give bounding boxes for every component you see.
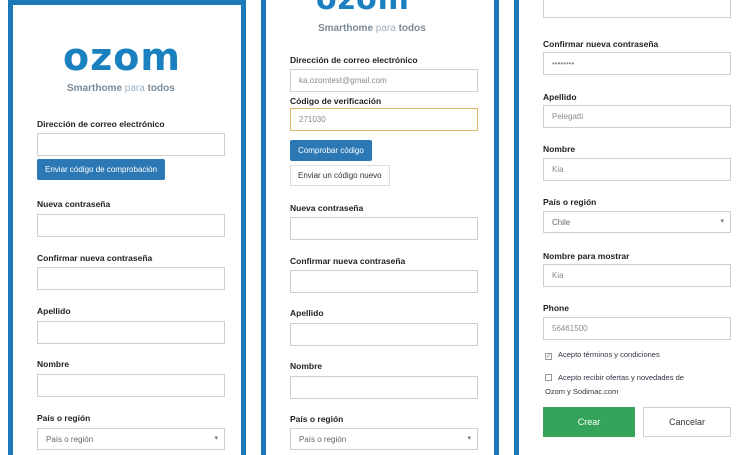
new-password-label: Nueva contraseña: [37, 199, 111, 209]
name-input[interactable]: [37, 374, 225, 397]
terms-label: Acepto términos y condiciones: [558, 350, 660, 359]
chevron-down-icon: ▾: [720, 218, 724, 225]
confirm-password-label: Confirmar nueva contraseña: [290, 256, 406, 266]
country-select-value: País o región: [46, 435, 94, 444]
phone-label: Phone: [543, 303, 569, 313]
tagline-para: para: [124, 83, 145, 94]
offers-label-line1: Acepto recibir ofertas y novedades de: [558, 373, 684, 382]
name-input[interactable]: Kia: [543, 158, 731, 181]
name-label: Nombre: [37, 359, 70, 369]
phone-input[interactable]: 56461500: [543, 317, 731, 340]
offers-checkbox-row[interactable]: Acepto recibir ofertas y novedades de: [545, 373, 684, 382]
email-input[interactable]: ka.ozomtest@gmail.com: [290, 69, 478, 92]
email-input[interactable]: [37, 133, 225, 156]
new-password-label: Nueva contraseña: [290, 203, 364, 213]
chevron-down-icon: ▾: [214, 435, 218, 442]
country-select-value: Chile: [552, 218, 571, 227]
resend-code-button[interactable]: Enviar un código nuevo: [290, 165, 390, 186]
name-input[interactable]: [290, 376, 478, 399]
offers-label-line2: Ozom y Sodimac.com: [545, 387, 619, 396]
country-select-value: País o región: [299, 435, 347, 444]
signup-panel-step1: ozom Smarthome para todos Dirección de c…: [8, 0, 246, 455]
send-code-button[interactable]: Enviar código de comprobación: [37, 159, 166, 180]
country-select[interactable]: Chile ▾: [543, 211, 731, 233]
confirm-password-input[interactable]: [37, 267, 225, 290]
verification-code-label: Código de verificación: [290, 96, 382, 106]
country-select[interactable]: País o región ▾: [37, 428, 225, 450]
new-password-input[interactable]: [37, 214, 225, 237]
create-button[interactable]: Crear: [543, 407, 635, 437]
display-name-label: Nombre para mostrar: [543, 251, 630, 261]
surname-label: Apellido: [37, 306, 71, 316]
tagline-smarthome: Smarthome: [67, 83, 123, 94]
confirm-password-input[interactable]: [290, 270, 478, 293]
brand-tagline: Smarthome para todos: [67, 83, 175, 94]
previous-field-input[interactable]: [543, 0, 731, 18]
display-name-input[interactable]: Kia: [543, 264, 731, 287]
signup-panel-step3: Confirmar nueva contraseña •••••••• Apel…: [514, 0, 742, 455]
email-label: Dirección de correo electrónico: [37, 119, 165, 129]
ozom-logo: ozom: [316, 0, 410, 17]
verification-code-input[interactable]: 271030: [290, 108, 478, 131]
terms-checkbox-row[interactable]: ✓ Acepto términos y condiciones: [545, 350, 660, 360]
surname-input[interactable]: [37, 321, 225, 344]
confirm-password-input[interactable]: ••••••••: [543, 52, 731, 75]
cancel-button[interactable]: Cancelar: [643, 407, 731, 437]
confirm-password-label: Confirmar nueva contraseña: [37, 253, 153, 263]
tagline-todos: todos: [398, 23, 426, 34]
terms-checkbox[interactable]: ✓: [545, 353, 552, 360]
name-label: Nombre: [290, 361, 323, 371]
brand-tagline: Smarthome para todos: [318, 23, 426, 34]
confirm-password-label: Confirmar nueva contraseña: [543, 39, 659, 49]
country-label: País o región: [290, 414, 344, 424]
new-password-input[interactable]: [290, 217, 478, 240]
country-label: País o región: [543, 197, 597, 207]
surname-input[interactable]: Pelegatti: [543, 105, 731, 128]
verify-code-button[interactable]: Comprobar código: [290, 140, 372, 161]
tagline-smarthome: Smarthome: [318, 23, 374, 34]
surname-label: Apellido: [290, 308, 324, 318]
offers-checkbox[interactable]: [545, 374, 552, 381]
signup-panel-step2: ozom Smarthome para todos Dirección de c…: [261, 0, 499, 455]
country-select[interactable]: País o región ▾: [290, 428, 478, 450]
chevron-down-icon: ▾: [467, 435, 471, 442]
surname-input[interactable]: [290, 323, 478, 346]
tagline-para: para: [375, 23, 396, 34]
email-label: Dirección de correo electrónico: [290, 55, 418, 65]
country-label: País o región: [37, 413, 91, 423]
surname-label: Apellido: [543, 92, 577, 102]
tagline-todos: todos: [147, 83, 175, 94]
name-label: Nombre: [543, 144, 576, 154]
ozom-logo: ozom: [63, 35, 181, 79]
